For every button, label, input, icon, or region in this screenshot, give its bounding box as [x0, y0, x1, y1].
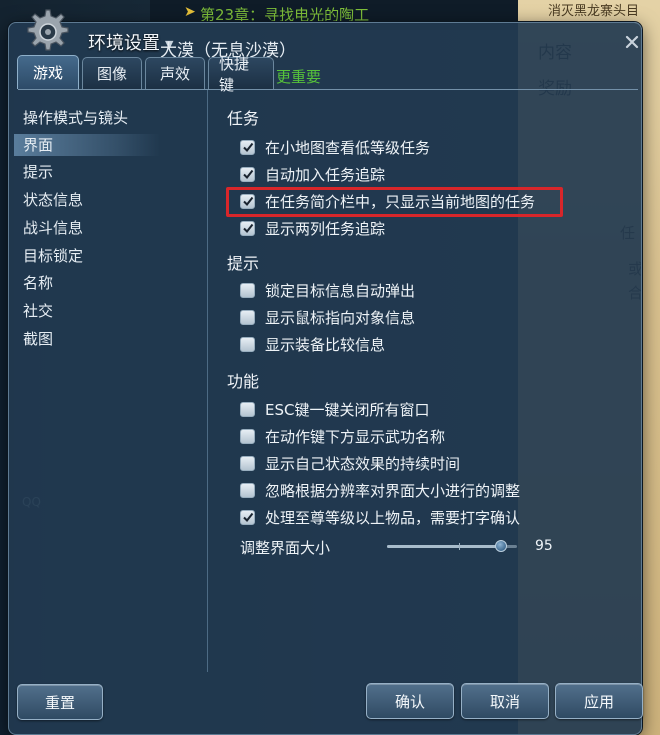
tab-sound[interactable]: 声效 [145, 57, 205, 89]
sidebar-item-target-lock[interactable]: 目标锁定 [23, 245, 83, 267]
reset-button[interactable]: 重置 [17, 684, 103, 720]
ui-scale-value: 95 [535, 538, 553, 554]
sidebar-item-hints[interactable]: 提示 [23, 161, 53, 183]
checkmark-icon [242, 223, 253, 234]
checkbox[interactable] [240, 166, 255, 182]
option-current-map-quests-only[interactable]: 在任务简介栏中，只显示当前地图的任务 [240, 190, 535, 212]
window-title: 环境设置 [88, 33, 160, 54]
checkbox[interactable] [240, 509, 255, 525]
sidebar-item-interface[interactable]: 界面 [14, 134, 160, 156]
ui-scale-label: 调整界面大小 [240, 539, 331, 557]
tab-graphics[interactable]: 图像 [82, 57, 142, 89]
option-ignore-resolution-scaling[interactable]: 忽略根据分辨率对界面大小进行的调整 [240, 479, 520, 501]
option-label: 显示两列任务追踪 [265, 219, 386, 238]
sidebar-item-names[interactable]: 名称 [23, 272, 53, 294]
close-icon[interactable] [624, 34, 640, 50]
cancel-button[interactable]: 取消 [461, 683, 549, 719]
checkmark-icon [242, 169, 253, 180]
option-label: 显示自己状态效果的持续时间 [265, 454, 461, 473]
option-two-column-tracking[interactable]: 显示两列任务追踪 [240, 217, 385, 239]
option-label: 处理至尊等级以上物品，需要打字确认 [265, 508, 521, 527]
option-label: 显示鼠标指向对象信息 [265, 308, 416, 327]
quest-arrow-icon: ➤ [184, 4, 196, 20]
checkmark-icon [242, 196, 253, 207]
checkbox[interactable] [240, 282, 255, 298]
section-title-function: 功能 [227, 372, 260, 391]
sidebar-item-combat[interactable]: 战斗信息 [23, 217, 83, 239]
option-label: ESC键一键关闭所有窗口 [265, 400, 430, 419]
checkmark-icon [242, 512, 253, 523]
ui-scale-slider-fill [387, 545, 502, 548]
quest-important-text: 更重要 [276, 68, 322, 86]
checkbox[interactable] [240, 139, 255, 155]
checkbox[interactable] [240, 401, 255, 417]
apply-button[interactable]: 应用 [555, 683, 643, 719]
option-status-duration[interactable]: 显示自己状态效果的持续时间 [240, 452, 460, 474]
option-item-confirm-typing[interactable]: 处理至尊等级以上物品，需要打字确认 [240, 506, 520, 528]
option-label: 显示装备比较信息 [265, 335, 386, 354]
option-label: 在小地图查看低等级任务 [265, 138, 431, 157]
tab-hotkeys[interactable]: 快捷键 [208, 55, 274, 94]
option-target-info-popup[interactable]: 锁定目标信息自动弹出 [240, 279, 415, 301]
option-low-level-quests-minimap[interactable]: 在小地图查看低等级任务 [240, 136, 430, 158]
checkbox[interactable] [240, 220, 255, 236]
sidebar-item-camera[interactable]: 操作模式与镜头 [23, 107, 128, 129]
checkmark-icon [242, 142, 253, 153]
option-label: 忽略根据分辨率对界面大小进行的调整 [265, 481, 521, 500]
option-skill-names[interactable]: 在动作键下方显示武功名称 [240, 425, 445, 447]
checkbox[interactable] [240, 482, 255, 498]
settings-tab-bar: 游戏 图像 声效 快捷键 [17, 55, 274, 94]
option-label: 自动加入任务追踪 [265, 165, 386, 184]
sidebar-item-social[interactable]: 社交 [23, 300, 53, 322]
checkbox[interactable] [240, 309, 255, 325]
option-esc-close-all[interactable]: ESC键一键关闭所有窗口 [240, 398, 429, 420]
option-label: 锁定目标信息自动弹出 [265, 281, 416, 300]
option-label: 在任务简介栏中，只显示当前地图的任务 [265, 192, 536, 211]
checkbox[interactable] [240, 428, 255, 444]
checkbox[interactable] [240, 193, 255, 209]
option-label: 在动作键下方显示武功名称 [265, 427, 446, 446]
parchment-quest-title: 消灭黑龙寨头目 [548, 4, 640, 19]
checkbox[interactable] [240, 455, 255, 471]
option-equipment-compare[interactable]: 显示装备比较信息 [240, 333, 385, 355]
checkbox[interactable] [240, 336, 255, 352]
option-mouseover-info[interactable]: 显示鼠标指向对象信息 [240, 306, 415, 328]
sidebar-item-status[interactable]: 状态信息 [23, 189, 83, 211]
option-auto-track-quests[interactable]: 自动加入任务追踪 [240, 163, 385, 185]
gear-icon [27, 9, 69, 51]
sidebar-item-screenshot[interactable]: 截图 [23, 328, 53, 350]
section-title-quest: 任务 [227, 109, 260, 128]
confirm-button[interactable]: 确认 [366, 683, 454, 719]
tab-game[interactable]: 游戏 [17, 55, 79, 89]
ui-scale-slider-tick [459, 543, 460, 550]
section-title-hint: 提示 [227, 254, 260, 273]
